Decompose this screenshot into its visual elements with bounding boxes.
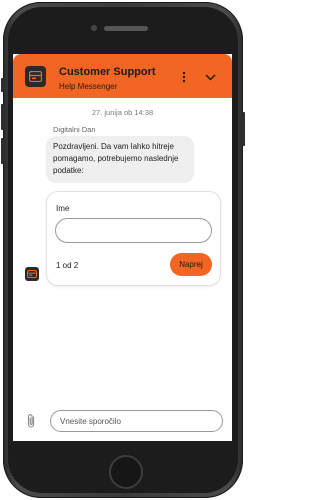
home-button[interactable] — [109, 455, 143, 489]
step-counter: 1 od 2 — [56, 261, 79, 270]
paperclip-icon[interactable] — [25, 413, 37, 429]
earpiece-speaker — [104, 26, 148, 31]
message-input[interactable] — [50, 410, 223, 432]
volume-down-button — [1, 138, 4, 164]
chat-widget-logo-icon — [25, 66, 46, 87]
chat-widget: Customer Support Help Messenger 27. juni… — [13, 54, 232, 441]
more-vertical-icon[interactable] — [179, 69, 189, 85]
sender-name: Digitalni Dan — [53, 125, 96, 134]
power-button — [242, 112, 245, 146]
volume-up-button — [1, 104, 4, 130]
form-card: Ime 1 od 2 Naprej — [46, 191, 221, 286]
chat-header: Customer Support Help Messenger — [13, 54, 232, 98]
name-field-label: Ime — [56, 204, 70, 213]
name-field[interactable] — [55, 218, 212, 243]
message-timestamp: 27. junija ob 14:38 — [91, 108, 154, 117]
front-camera — [91, 25, 97, 31]
message-bubble: Pozdravljeni. Da vam lahko hitreje pomag… — [46, 136, 194, 183]
chevron-down-icon[interactable] — [203, 69, 217, 85]
message-composer — [13, 402, 232, 441]
header-title: Customer Support — [59, 66, 156, 78]
next-button[interactable]: Naprej — [170, 253, 212, 276]
mute-switch — [1, 78, 4, 92]
bot-avatar — [25, 267, 39, 281]
header-subtitle: Help Messenger — [59, 82, 118, 91]
